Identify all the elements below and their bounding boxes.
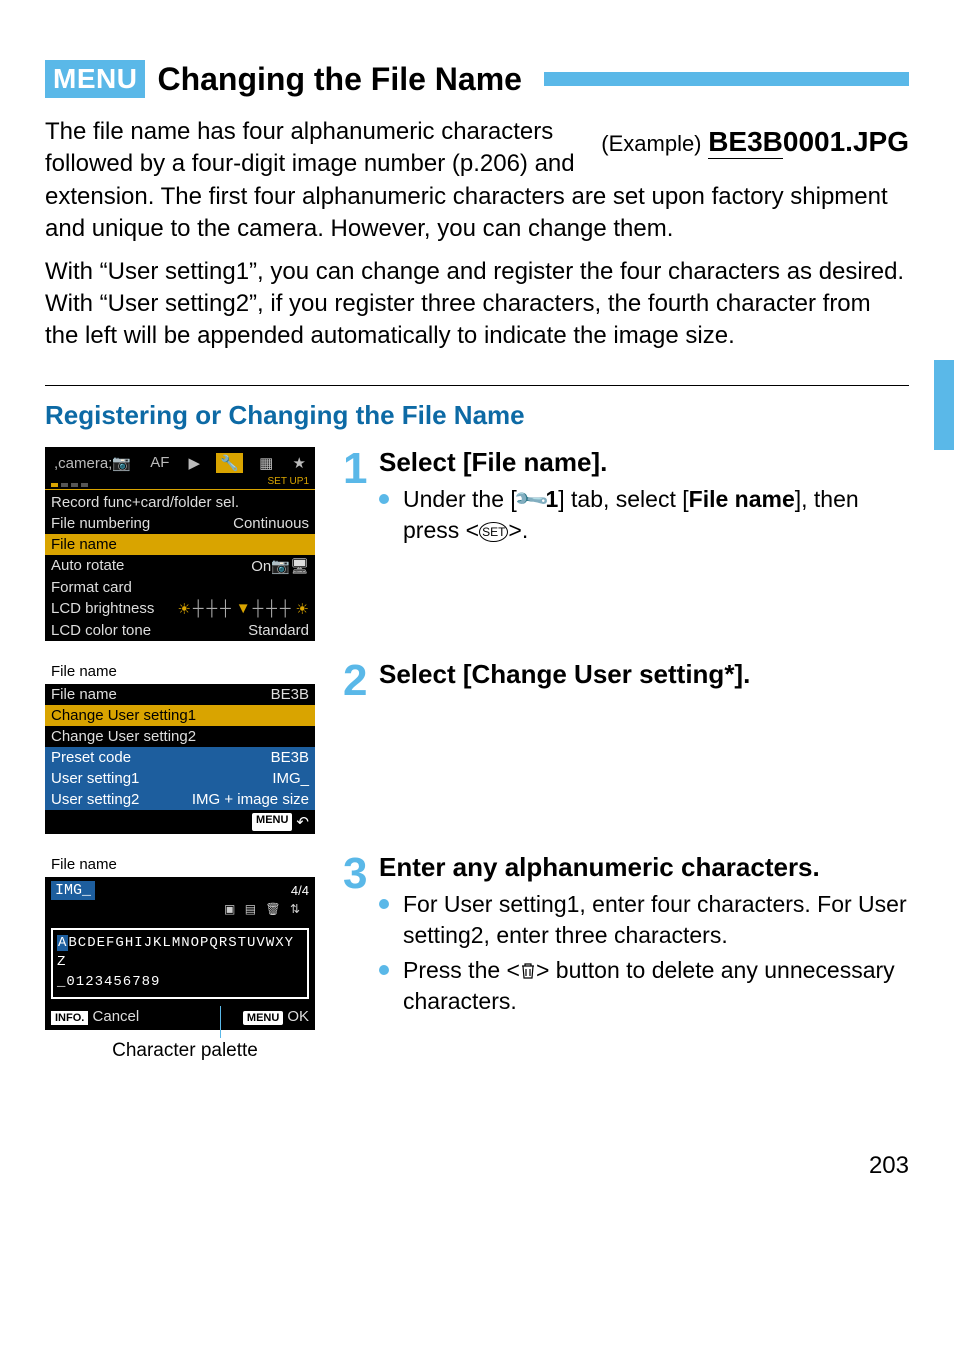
wrench-icon: 🔧 [510,478,552,520]
char-count: 4/4 [291,883,309,898]
menu-item: Change User setting2 [51,728,196,745]
step-3-row: File name IMG_ 4/4 ▣ ▤ 🗑 ⇅ ABCDEFGHIJKLM… [45,852,909,1062]
menu-item-selected: Change User setting1 [51,707,196,724]
menu-item: Format card [51,579,132,596]
tab-play-icon: ▶ [186,452,204,474]
menu-ok-badge: MENU [243,1011,283,1025]
screen-title: File name [45,852,315,877]
screen-title: File name [45,659,315,684]
menu-item: User setting2 [51,791,139,808]
filename-input-value: IMG_ [51,881,95,900]
intro-block: (Example) BE3B0001.JPG The file name has… [45,116,909,363]
page-title: Changing the File Name [157,61,521,98]
menu-item: File numbering [51,515,150,532]
camera-menu-screenshot-2: File name File nameBE3B Change User sett… [45,659,315,834]
step-title: Select [File name]. [379,447,909,478]
tab-af: AF [147,452,172,473]
step-number: 3 [343,852,379,1021]
page-number: 203 [45,1152,909,1180]
camera-menu-screenshot-3: File name IMG_ 4/4 ▣ ▤ 🗑 ⇅ ABCDEFGHIJKLM… [45,852,315,1030]
set-icon: SET [479,522,508,542]
info-badge: INFO. [51,1011,88,1025]
menu-item: User setting1 [51,770,139,787]
step-bullet: For User setting1, enter four characters… [379,889,909,951]
step-bullet: Press the <> button to delete any unnece… [379,955,909,1017]
character-palette: ABCDEFGHIJKLMNOPQRSTUVWXYZ _0123456789 [51,928,309,999]
tab-camera-icon: ,camera;📷 [51,452,134,474]
step-title: Enter any alphanumeric characters. [379,852,909,883]
menu-item: File name [51,686,117,703]
setup-tab-label: SET UP1 [268,476,310,487]
step-1-row: ,camera;📷 AF ▶ 🔧 ▦ ★ SET UP1 Record func… [45,447,909,641]
step-number: 2 [343,659,379,703]
page-title-row: MENU Changing the File Name [45,60,909,98]
menu-item: Record func+card/folder sel. [51,494,239,511]
intro-paragraph-2: With “User setting1”, you can change and… [45,256,909,353]
section-subheading: Registering or Changing the File Name [45,400,909,431]
trash-icon [520,957,536,983]
step-number: 1 [343,447,379,550]
camera-menu-screenshot-1: ,camera;📷 AF ▶ 🔧 ▦ ★ SET UP1 Record func… [45,447,315,641]
step-2-row: File name File nameBE3B Change User sett… [45,659,909,834]
title-rule [544,72,909,86]
menu-item: Preset code [51,749,131,766]
step-bullet: Under the [🔧1] tab, select [File name], … [379,484,909,546]
page-edge-tab [934,360,954,450]
example-label: (Example) [601,131,701,156]
cancel-label: Cancel [93,1008,140,1025]
menu-item-selected: File name [51,536,117,553]
separator [45,385,909,386]
palette-selected-char: A [57,935,68,951]
menu-back-badge: MENU [252,813,292,831]
step-title: Select [Change User setting*]. [379,659,909,690]
menu-badge: MENU [45,60,145,98]
tab-wrench-icon: 🔧 [216,453,243,473]
menu-item: LCD color tone [51,622,151,639]
tab-star-icon: ★ [289,452,308,474]
menu-item: Auto rotate [51,557,124,575]
example-box: (Example) BE3B0001.JPG [601,126,909,158]
icon-row: ▣ ▤ 🗑 ⇅ [51,900,309,918]
screenshot-caption: Character palette [45,1040,325,1062]
tab-network-icon: ▦ [256,452,276,474]
menu-item: LCD brightness [51,600,154,618]
example-rest: 0001.JPG [783,126,909,157]
ok-label: OK [287,1008,309,1025]
example-prefix: BE3B [708,126,783,159]
